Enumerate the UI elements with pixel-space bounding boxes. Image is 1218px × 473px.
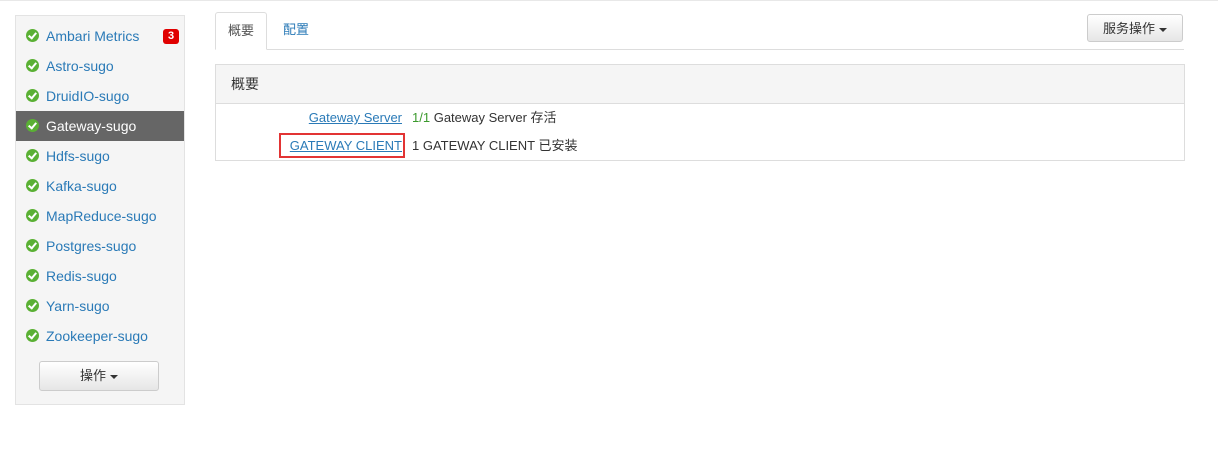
check-circle-icon bbox=[26, 89, 39, 102]
sidebar-item-postgres-sugo[interactable]: Postgres-sugo bbox=[16, 231, 184, 261]
check-circle-icon bbox=[26, 209, 39, 222]
sidebar-item-label: Gateway-sugo bbox=[46, 118, 137, 134]
sidebar-item-druidio-sugo[interactable]: DruidIO-sugo bbox=[16, 81, 184, 111]
gateway-client-status: 1 GATEWAY CLIENT 已安装 bbox=[412, 136, 577, 156]
service-actions-button[interactable]: 服务操作 bbox=[1087, 14, 1183, 42]
sidebar-item-label: Postgres-sugo bbox=[46, 238, 137, 254]
summary-panel-title: 概要 bbox=[216, 65, 1184, 104]
sidebar-item-label: Kafka-sugo bbox=[46, 178, 117, 194]
sidebar-item-label: Zookeeper-sugo bbox=[46, 328, 148, 344]
check-circle-icon bbox=[26, 239, 39, 252]
sidebar-item-ambari-metrics[interactable]: Ambari Metrics 3 bbox=[16, 21, 184, 51]
check-circle-icon bbox=[26, 59, 39, 72]
top-divider bbox=[0, 0, 1218, 1]
sidebar-item-label: Redis-sugo bbox=[46, 268, 117, 284]
sidebar-item-zookeeper-sugo[interactable]: Zookeeper-sugo bbox=[16, 321, 184, 351]
caret-down-icon bbox=[1159, 27, 1167, 32]
tab-summary[interactable]: 概要 bbox=[215, 12, 268, 50]
sidebar-item-kafka-sugo[interactable]: Kafka-sugo bbox=[16, 171, 184, 201]
status-text: Gateway Server 存活 bbox=[433, 110, 557, 125]
status-text: GATEWAY CLIENT 已安装 bbox=[422, 138, 578, 153]
highlight-box bbox=[279, 133, 405, 158]
sidebar-item-label: Hdfs-sugo bbox=[46, 148, 110, 164]
sidebar-item-label: Astro-sugo bbox=[46, 58, 114, 74]
sidebar-item-label: Yarn-sugo bbox=[46, 298, 110, 314]
sidebar-item-label: Ambari Metrics bbox=[46, 28, 140, 44]
gateway-server-link[interactable]: Gateway Server bbox=[309, 108, 402, 128]
check-circle-icon bbox=[26, 269, 39, 282]
check-circle-icon bbox=[26, 149, 39, 162]
sidebar-item-astro-sugo[interactable]: Astro-sugo bbox=[16, 51, 184, 81]
sidebar-item-hdfs-sugo[interactable]: Hdfs-sugo bbox=[16, 141, 184, 171]
sidebar-item-mapreduce-sugo[interactable]: MapReduce-sugo bbox=[16, 201, 184, 231]
actions-dropdown-button[interactable]: 操作 bbox=[39, 361, 159, 391]
sidebar-item-yarn-sugo[interactable]: Yarn-sugo bbox=[16, 291, 184, 321]
alert-count-badge[interactable]: 3 bbox=[163, 29, 179, 44]
services-sidebar: Ambari Metrics 3 Astro-sugo DruidIO-sugo… bbox=[15, 15, 185, 405]
check-circle-icon bbox=[26, 119, 39, 132]
sidebar-item-label: DruidIO-sugo bbox=[46, 88, 130, 104]
service-list: Ambari Metrics 3 Astro-sugo DruidIO-sugo… bbox=[16, 16, 184, 351]
tab-configs[interactable]: 配置 bbox=[271, 12, 321, 48]
installed-count: 1 bbox=[412, 138, 420, 153]
check-circle-icon bbox=[26, 299, 39, 312]
check-circle-icon bbox=[26, 329, 39, 342]
gateway-server-status: 1/1 Gateway Server 存活 bbox=[412, 108, 557, 128]
live-count: 1/1 bbox=[412, 110, 431, 125]
check-circle-icon bbox=[26, 179, 39, 192]
sidebar-item-redis-sugo[interactable]: Redis-sugo bbox=[16, 261, 184, 291]
summary-row-gateway-server: Gateway Server 1/1 Gateway Server 存活 bbox=[216, 108, 1184, 128]
service-tabs: 概要 配置 bbox=[215, 12, 1184, 50]
check-circle-icon bbox=[26, 29, 39, 42]
sidebar-item-gateway-sugo[interactable]: Gateway-sugo bbox=[16, 111, 184, 141]
sidebar-item-label: MapReduce-sugo bbox=[46, 208, 157, 224]
actions-button-label: 操作 bbox=[79, 368, 106, 383]
service-actions-label: 服务操作 bbox=[1102, 21, 1155, 36]
caret-down-icon bbox=[110, 374, 118, 379]
